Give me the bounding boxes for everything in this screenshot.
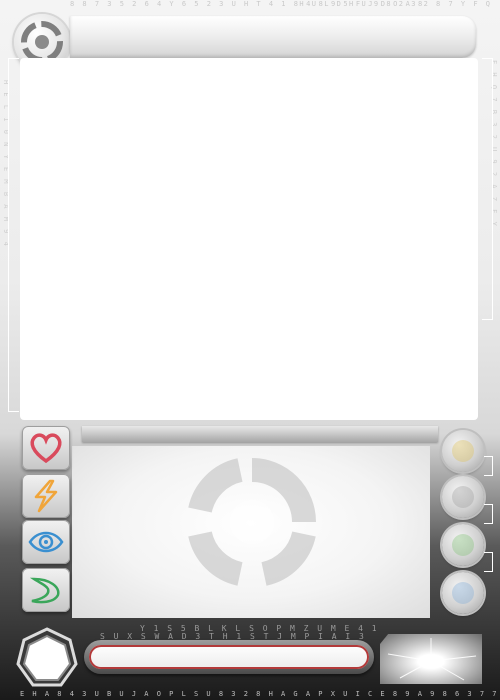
circuit-line bbox=[484, 552, 493, 572]
art-area[interactable] bbox=[20, 58, 478, 420]
name-field[interactable] bbox=[89, 645, 369, 669]
name-bar[interactable] bbox=[84, 640, 374, 674]
swoosh-icon[interactable] bbox=[22, 568, 70, 612]
heptagon-level-icon[interactable] bbox=[14, 626, 80, 692]
circuit-line bbox=[8, 58, 19, 412]
code-strip-top-right: H U L D H U 9 8 2 3 2 8 7 Y F Q bbox=[299, 0, 492, 8]
heart-icon[interactable] bbox=[22, 426, 70, 470]
orb-gem-icon[interactable] bbox=[442, 572, 484, 614]
orb-gem-icon[interactable] bbox=[442, 430, 484, 472]
circuit-line bbox=[484, 456, 493, 476]
lightning-bolt-icon[interactable] bbox=[22, 474, 70, 518]
orb-gem-icon[interactable] bbox=[442, 476, 484, 518]
code-strip-bottom: E H A 8 4 3 U B U J A O P L S U 8 3 2 8 … bbox=[20, 690, 500, 698]
card-frame: 8 8 7 3 5 2 6 4 Y 6 5 2 3 U H T 4 1 8 4 … bbox=[0, 0, 500, 700]
circuit-line bbox=[482, 58, 493, 320]
title-bar[interactable] bbox=[70, 16, 476, 58]
orb-gem-icon[interactable] bbox=[442, 524, 484, 566]
star-burst-gem-icon bbox=[387, 638, 477, 681]
eye-icon[interactable] bbox=[22, 520, 70, 564]
circuit-line bbox=[484, 504, 493, 524]
target-emblem-icon bbox=[182, 452, 322, 592]
type-bar[interactable] bbox=[82, 426, 438, 442]
